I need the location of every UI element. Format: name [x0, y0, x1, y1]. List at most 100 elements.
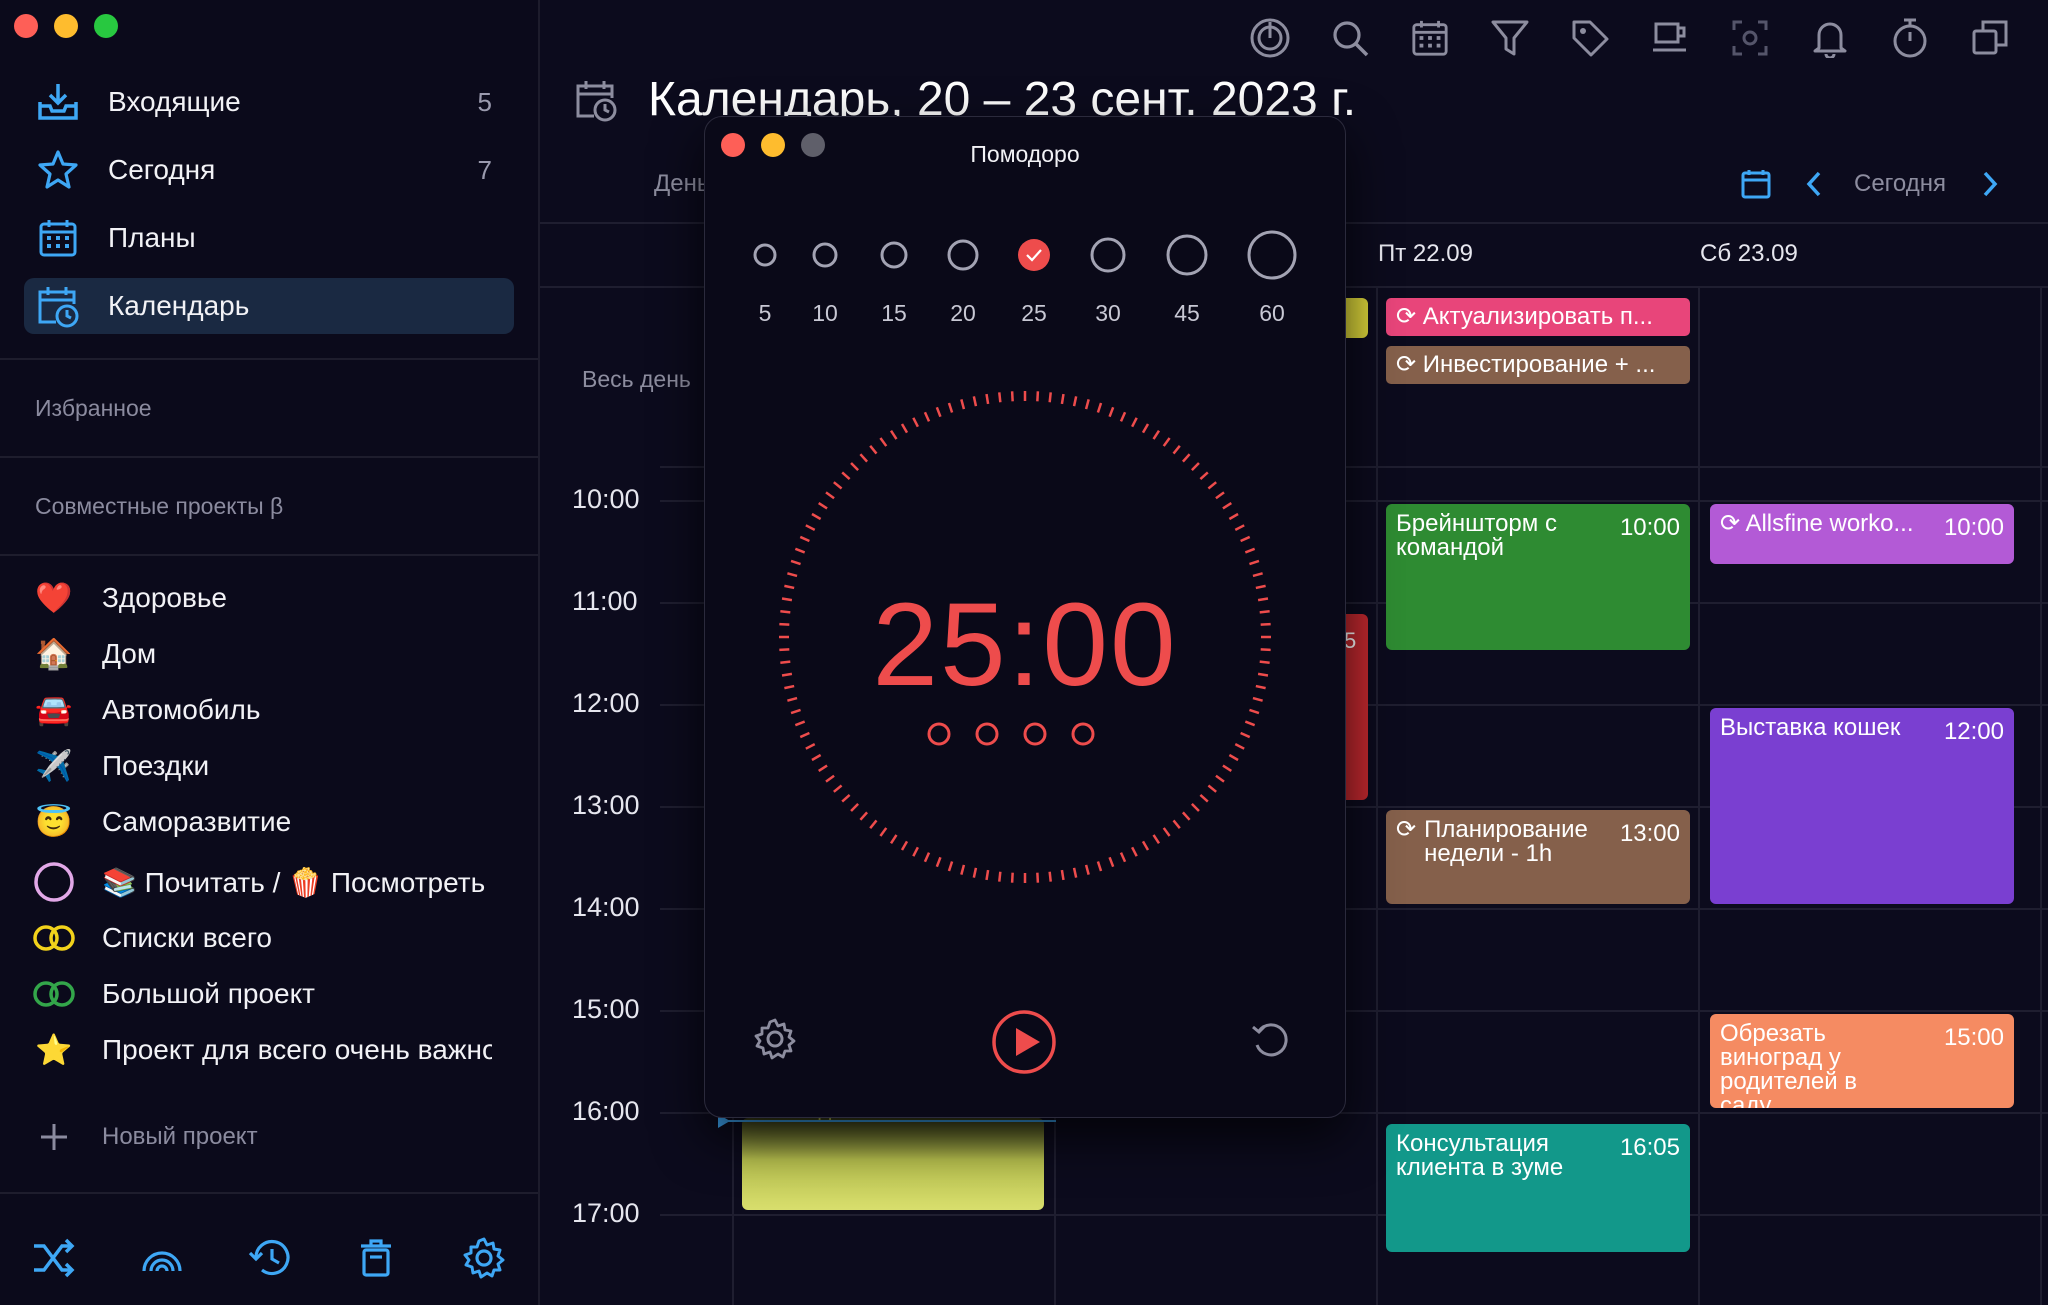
window-zoom-button[interactable]: [94, 14, 118, 38]
preset-45[interactable]: 45: [1157, 300, 1217, 327]
dial-tick: [805, 743, 816, 750]
dial-tick: [1190, 802, 1200, 812]
dial-tick: [985, 869, 990, 881]
linked-circles-icon: [28, 969, 80, 1019]
dial-tick: [1181, 453, 1191, 463]
project-lists[interactable]: Списки всего: [28, 913, 508, 963]
day-header: Пт 22.09: [1378, 240, 1473, 267]
view-switch-day[interactable]: День: [654, 170, 709, 198]
dial-tick: [825, 774, 835, 783]
dial-tick: [794, 720, 806, 727]
car-icon: 🚘: [35, 693, 73, 727]
preset-5[interactable]: 5: [735, 300, 795, 327]
focus-frame-icon[interactable]: [1726, 14, 1774, 62]
calendar-event[interactable]: [742, 1118, 1044, 1210]
sidebar-item-calendar[interactable]: Календарь: [24, 278, 514, 334]
calendar-event[interactable]: Брейншторм с командой 10:00: [1386, 504, 1690, 650]
dial-tick: [869, 445, 878, 455]
event-title: Allsfine worko...: [1745, 510, 1914, 537]
sidebar-item-plans[interactable]: Планы: [24, 210, 514, 266]
allday-event[interactable]: ⟳ Актуализировать п...: [1386, 298, 1690, 336]
tag-icon[interactable]: [1566, 14, 1614, 62]
window-minimize-button[interactable]: [54, 14, 78, 38]
dial-tick: [1162, 827, 1171, 837]
session-dot: [1023, 722, 1047, 746]
play-button[interactable]: [989, 1007, 1059, 1082]
project-read-watch[interactable]: 📚 Почитать / 🍿 Посмотреть: [28, 857, 508, 907]
heart-icon: ❤️: [35, 581, 73, 615]
dial-tick: [1234, 524, 1245, 531]
calendar-grid-icon[interactable]: [1406, 14, 1454, 62]
coffee-cup-icon[interactable]: [1646, 14, 1694, 62]
focus-target-icon[interactable]: [1246, 14, 1294, 62]
project-trips[interactable]: ✈️ Поездки: [28, 741, 508, 791]
sidebar-item-inbox[interactable]: Входящие 5: [24, 74, 514, 130]
sidebar-item-today[interactable]: Сегодня 7: [24, 142, 514, 198]
project-health[interactable]: ❤️ Здоровье: [28, 573, 508, 623]
calendar-grid-icon: [30, 210, 86, 266]
session-dot: [1071, 722, 1095, 746]
dial-tick: [1234, 743, 1245, 750]
divider: [0, 554, 538, 556]
window-close-button[interactable]: [14, 14, 38, 38]
calendar-event[interactable]: Консультация клиента в зуме 16:05: [1386, 1124, 1690, 1252]
dial-tick: [811, 512, 822, 521]
shared-projects-header[interactable]: Совместные проекты β: [35, 493, 283, 520]
allday-event[interactable]: ⟳ Инвестирование + ...: [1386, 346, 1690, 384]
new-project-button[interactable]: Новый проект: [28, 1112, 508, 1162]
radar-icon[interactable]: [134, 1230, 190, 1286]
project-important[interactable]: ⭐ Проект для всего очень важного: [28, 1025, 508, 1075]
preset-30[interactable]: 30: [1078, 300, 1138, 327]
dial-tick: [1096, 402, 1103, 413]
dial-tick: [1152, 430, 1161, 440]
dial-tick: [850, 462, 860, 472]
time-label: 14:00: [572, 892, 640, 922]
preset-20[interactable]: 20: [933, 300, 993, 327]
dial-tick: [805, 524, 816, 531]
stopwatch-icon[interactable]: [1886, 14, 1934, 62]
calendar-event[interactable]: ⟳ Allsfine worko... 10:00: [1710, 504, 2014, 564]
dial-tick: [960, 864, 966, 875]
dial-tick: [1222, 501, 1232, 510]
gear-icon[interactable]: [456, 1230, 512, 1286]
dial-tick: [787, 572, 798, 578]
project-car[interactable]: 🚘 Автомобиль: [28, 685, 508, 735]
preset-60[interactable]: 60: [1242, 300, 1302, 327]
favorites-header[interactable]: Избранное: [35, 395, 152, 422]
trash-icon[interactable]: [348, 1230, 404, 1286]
calendar-picker-icon[interactable]: [1740, 168, 1772, 205]
project-label: Саморазвитие: [102, 806, 292, 837]
dial-tick: [799, 535, 810, 543]
chevron-left-icon[interactable]: [1804, 170, 1824, 203]
repeat-icon: ⟳: [1396, 816, 1417, 843]
dial-tick: [1228, 512, 1239, 521]
preset-15[interactable]: 15: [864, 300, 924, 327]
copy-window-icon[interactable]: [1966, 14, 2014, 62]
bell-icon[interactable]: [1806, 14, 1854, 62]
dial-tick: [1222, 764, 1232, 773]
history-icon[interactable]: [242, 1230, 298, 1286]
calendar-event[interactable]: Обрезать виноград у родителей в саду 15:…: [1710, 1014, 2014, 1108]
dial-tick: [1048, 392, 1052, 403]
event-title: Инвестирование + ...: [1422, 351, 1656, 378]
search-icon[interactable]: [1326, 14, 1374, 62]
dial-tick: [841, 793, 851, 803]
duration-presets: [753, 230, 1297, 280]
project-home[interactable]: 🏠 Дом: [28, 629, 508, 679]
shuffle-icon[interactable]: [26, 1230, 82, 1286]
session-indicators: [927, 722, 1095, 746]
house-icon: 🏠: [35, 637, 73, 671]
filter-icon[interactable]: [1486, 14, 1534, 62]
calendar-event[interactable]: ⟳ Планирование недели - 1h 13:00: [1386, 810, 1690, 904]
settings-gear-icon[interactable]: [753, 1017, 797, 1066]
dial-tick: [1060, 869, 1065, 881]
today-button[interactable]: Сегодня: [1854, 170, 1946, 198]
inbox-icon: [30, 74, 86, 130]
project-big[interactable]: Большой проект: [28, 969, 508, 1019]
preset-25[interactable]: 25: [1004, 300, 1064, 327]
preset-10[interactable]: 10: [795, 300, 855, 327]
project-selfdev[interactable]: 😇 Саморазвитие: [28, 797, 508, 847]
chevron-right-icon[interactable]: [1980, 170, 2000, 203]
calendar-event[interactable]: Выставка кошек 12:00: [1710, 708, 2014, 904]
reset-icon[interactable]: [1249, 1017, 1293, 1066]
